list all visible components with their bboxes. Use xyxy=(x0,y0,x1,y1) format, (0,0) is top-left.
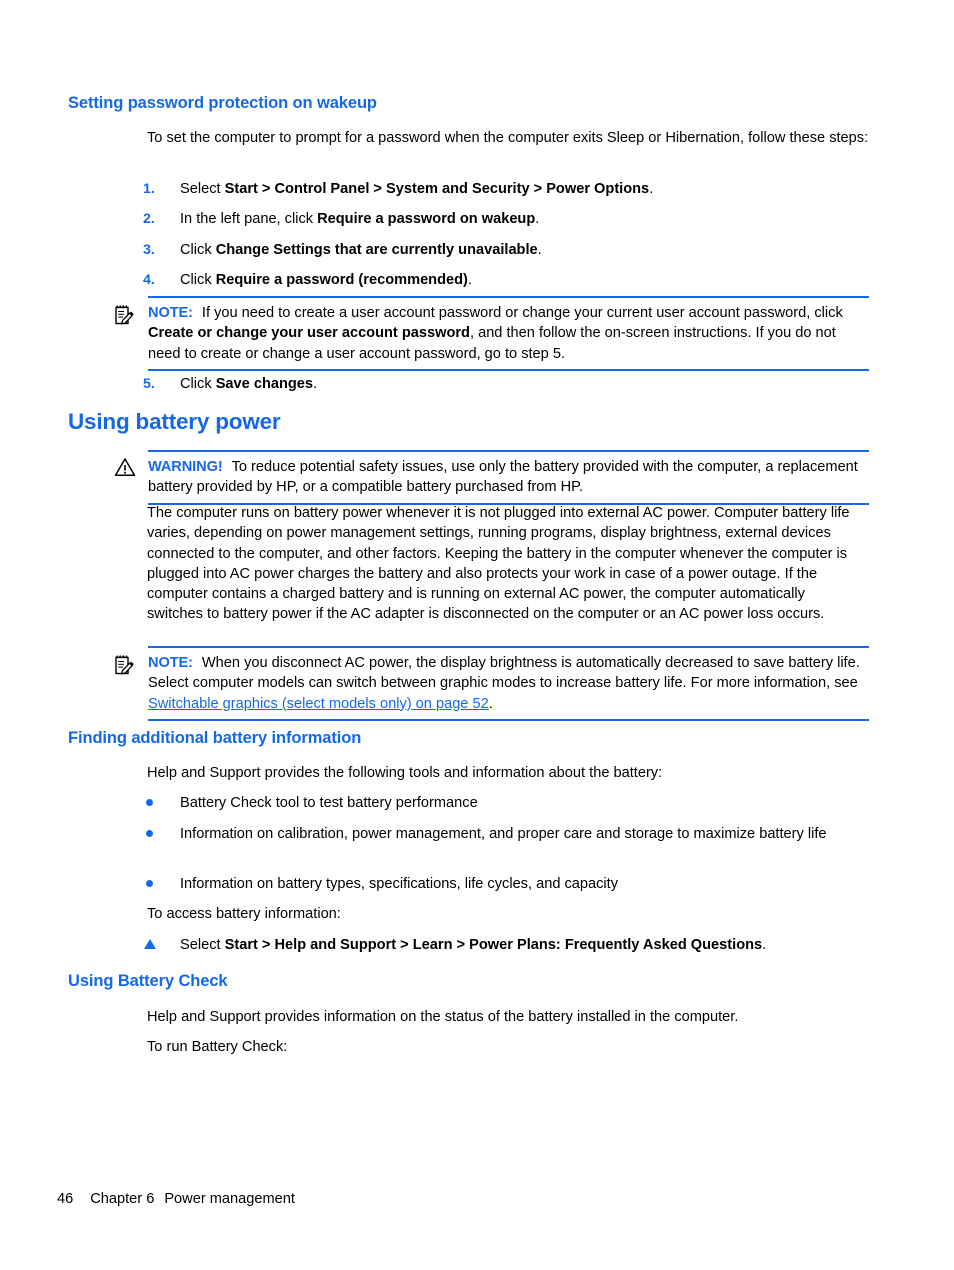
heading-finding-additional-battery-information: Finding additional battery information xyxy=(68,729,362,747)
note-pencil-icon xyxy=(112,304,138,326)
note-text-post: . xyxy=(488,695,493,712)
intro-paragraph: To set the computer to prompt for a pass… xyxy=(147,130,869,146)
step-strong: Change Settings that are currently unava… xyxy=(215,242,538,258)
list-item: 4. Click Require a password (recommended… xyxy=(143,270,869,290)
footer-page-number: 46 xyxy=(57,1191,74,1207)
list-item: Information on battery types, specificat… xyxy=(143,874,869,894)
warning-text: To reduce potential safety issues, use o… xyxy=(148,459,858,496)
list-item: 2. In the left pane, click Require a pas… xyxy=(143,209,869,229)
list-item: 1. Select Start > Control Panel > System… xyxy=(143,179,869,199)
page-footer: 46 Chapter 6 Power management xyxy=(57,1191,295,1207)
bullet-dot-icon xyxy=(146,799,153,806)
footer-chapter-title: Power management xyxy=(164,1191,295,1207)
heading-using-battery-power: Using battery power xyxy=(68,409,281,434)
step-text: Select Start > Help and Support > Learn … xyxy=(180,935,869,955)
list-text: In the left pane, click Require a passwo… xyxy=(180,209,869,229)
warning-body: WARNING! To reduce potential safety issue… xyxy=(148,450,869,505)
warning-label: WARNING! xyxy=(148,459,223,475)
list-number: 1. xyxy=(143,181,155,197)
list-item: Battery Check tool to test battery perfo… xyxy=(143,793,869,813)
battery-info-intro: Help and Support provides the following … xyxy=(147,765,663,781)
list-item: 3. Click Change Settings that are curren… xyxy=(143,240,869,260)
step-strong: Require a password (recommended) xyxy=(215,272,468,288)
step-post: . xyxy=(649,181,654,197)
step-strong: Start > Control Panel > System and Secur… xyxy=(224,181,650,197)
triangle-bullet-icon xyxy=(144,939,156,949)
step-strong: Save changes xyxy=(215,376,314,392)
note-text-pre: If you need to create a user account pas… xyxy=(201,305,843,321)
note-pencil-icon xyxy=(112,654,138,676)
list-number: 2. xyxy=(143,211,155,227)
callout-rule-top xyxy=(148,450,869,452)
step-pre: Select xyxy=(180,937,225,953)
step-post: . xyxy=(762,937,767,953)
list-item: Information on calibration, power manage… xyxy=(143,824,869,844)
access-battery-info-line: To access battery information: xyxy=(147,906,341,922)
document-page: Setting password protection on wakeup To… xyxy=(0,0,954,1270)
battery-power-paragraph: The computer runs on battery power whene… xyxy=(147,505,850,623)
list-item-triangle: Select Start > Help and Support > Learn … xyxy=(143,935,869,955)
step-post: . xyxy=(535,211,540,227)
note-text-pre: When you disconnect AC power, the displa… xyxy=(148,655,860,692)
callout-rule-top xyxy=(148,646,869,648)
step-pre: Select xyxy=(180,181,225,197)
callout-rule-bottom xyxy=(148,368,869,371)
note-strong: Create or change your user account passw… xyxy=(148,325,470,342)
list-text: Click Change Settings that are currently… xyxy=(180,240,869,260)
note-callout-brightness: NOTE: When you disconnect AC power, the d… xyxy=(110,646,869,721)
list-text: Click Save changes. xyxy=(180,374,869,394)
note-body: NOTE: If you need to create a user accoun… xyxy=(148,296,869,371)
note-body: NOTE: When you disconnect AC power, the d… xyxy=(148,646,869,721)
battery-check-paragraph: Help and Support provides information on… xyxy=(147,1009,739,1025)
bullet-dot-icon xyxy=(146,880,153,887)
note-callout-password: NOTE: If you need to create a user accoun… xyxy=(110,296,869,371)
note-label: NOTE: xyxy=(148,655,193,671)
list-text: Click Require a password (recommended). xyxy=(180,270,869,290)
footer-chapter: Chapter 6 xyxy=(90,1191,155,1207)
callout-rule-bottom xyxy=(148,718,869,721)
step-pre: Click xyxy=(180,376,216,392)
step-strong: Require a password on wakeup xyxy=(317,211,536,227)
heading-using-battery-check: Using Battery Check xyxy=(68,972,228,990)
list-text: Select Start > Control Panel > System an… xyxy=(180,179,869,199)
run-battery-check-line: To run Battery Check: xyxy=(147,1039,288,1055)
note-label: NOTE: xyxy=(148,305,193,321)
bullet-dot-icon xyxy=(146,830,153,837)
switchable-graphics-link[interactable]: Switchable graphics (select models only)… xyxy=(148,696,489,712)
step-strong: Start > Help and Support > Learn > Power… xyxy=(224,937,763,953)
bullet-text: Information on battery types, specificat… xyxy=(180,876,619,892)
bullet-text: Information on calibration, power manage… xyxy=(180,826,827,842)
step-post: . xyxy=(313,376,318,392)
heading-setting-password-protection: Setting password protection on wakeup xyxy=(68,94,377,112)
list-number: 3. xyxy=(143,242,155,258)
callout-rule-top xyxy=(148,296,869,298)
step-post: . xyxy=(537,242,542,258)
step-post: . xyxy=(467,272,472,288)
step-pre: In the left pane, click xyxy=(180,211,318,227)
step-pre: Click xyxy=(180,272,216,288)
bullet-text: Battery Check tool to test battery perfo… xyxy=(180,795,478,811)
list-item: 5. Click Save changes. xyxy=(143,374,869,394)
list-number: 5. xyxy=(143,376,155,392)
list-number: 4. xyxy=(143,272,155,288)
warning-triangle-icon xyxy=(112,456,138,478)
warning-callout-battery: WARNING! To reduce potential safety issue… xyxy=(110,450,869,505)
step-pre: Click xyxy=(180,242,216,258)
